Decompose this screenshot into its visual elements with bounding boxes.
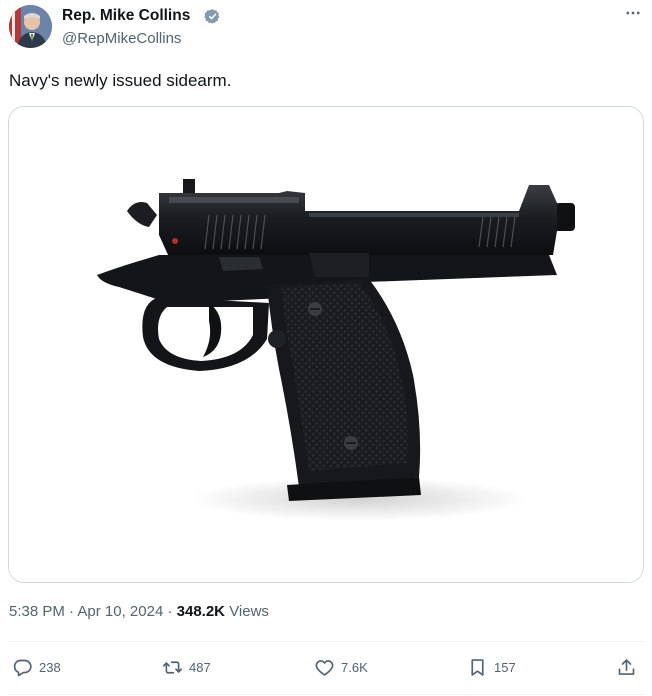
reply-icon	[13, 659, 32, 676]
bookmark-count: 157	[494, 659, 516, 675]
tweet-meta: 5:38 PM · Apr 10, 2024 · 348.2K Views	[9, 603, 269, 620]
repost-button[interactable]: 487	[162, 655, 211, 679]
heart-icon	[315, 659, 334, 676]
tweet-time[interactable]: 5:38 PM	[9, 603, 65, 620]
meta-separator: ·	[69, 603, 75, 620]
reply-button[interactable]: 238	[12, 655, 61, 679]
repost-icon	[162, 660, 183, 674]
tweet-media-image[interactable]	[8, 106, 644, 583]
tweet-text: Navy's newly issued sidearm.	[9, 71, 232, 90]
verified-badge-icon[interactable]	[204, 8, 221, 25]
views-count: 348.2K	[176, 603, 226, 620]
like-count: 7.6K	[341, 659, 368, 675]
meta-separator-2: ·	[167, 603, 173, 620]
share-icon	[618, 658, 635, 675]
author-handle[interactable]: @RepMikeCollins	[62, 30, 181, 47]
bookmark-icon	[471, 658, 484, 676]
divider-bottom	[8, 694, 644, 695]
divider	[8, 641, 644, 642]
more-horizontal-icon[interactable]	[619, 4, 647, 26]
like-button[interactable]: 7.6K	[314, 655, 368, 679]
bookmark-button[interactable]: 157	[467, 655, 516, 679]
reply-count: 238	[39, 659, 61, 675]
author-avatar[interactable]	[9, 5, 52, 48]
author-display-name[interactable]: Rep. Mike Collins	[62, 7, 190, 25]
views-label: Views	[229, 603, 269, 620]
tweet-date[interactable]: Apr 10, 2024	[77, 603, 163, 620]
share-button[interactable]	[616, 655, 637, 679]
repost-count: 487	[189, 659, 211, 675]
